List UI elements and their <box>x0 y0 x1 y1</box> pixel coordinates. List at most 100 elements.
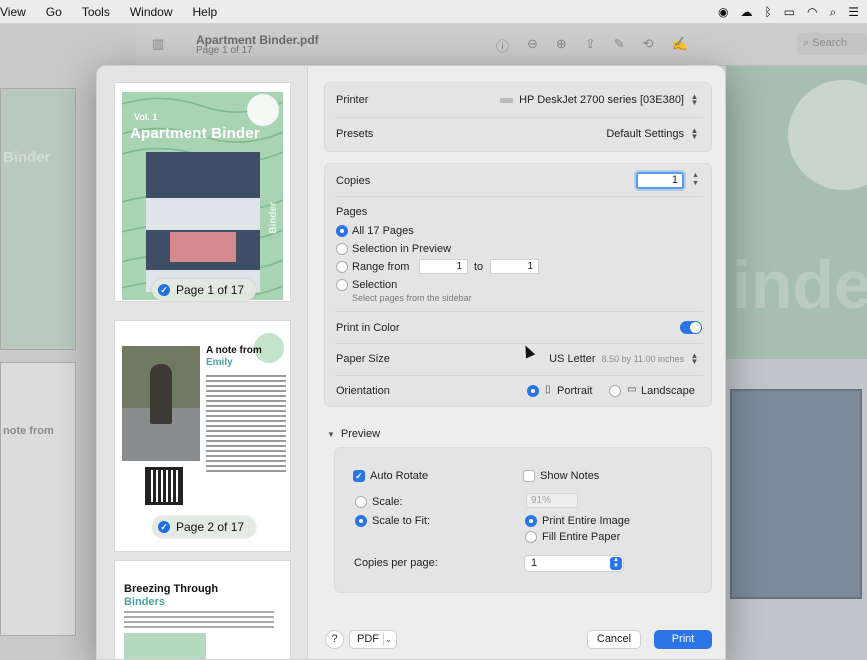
cover-volume: Vol. 1 <box>134 112 158 122</box>
toolbar-icons: ⓘ ⊖ ⊕ ⇪ ✎ ⟲ ✍ <box>496 36 688 55</box>
menu-tools[interactable]: Tools <box>72 5 120 19</box>
scale-to-fit-radio[interactable] <box>355 515 367 527</box>
dialog-footer: ? PDF ⌄ Cancel Print <box>309 623 725 659</box>
zoom-out-icon[interactable]: ⊖ <box>527 36 538 55</box>
divider <box>335 117 703 118</box>
zoom-in-icon[interactable]: ⊕ <box>556 36 567 55</box>
copies-per-page-popup[interactable]: 1 ▲ ▼ <box>524 555 624 572</box>
document-page-view: inde <box>726 66 867 386</box>
search-field[interactable]: ⌕ Search <box>797 33 867 55</box>
show-notes-label: Show Notes <box>540 470 600 482</box>
auto-rotate-checkbox[interactable]: ✓ <box>353 470 365 482</box>
preview-page-3[interactable]: Breezing Through Binders <box>114 560 291 659</box>
note-body-text <box>206 375 286 475</box>
page-3-subtitle: Binders <box>124 596 165 608</box>
search-icon[interactable]: ⌕ <box>830 5 837 20</box>
landscape-radio[interactable] <box>609 385 621 397</box>
preview-label: Preview <box>340 428 381 440</box>
menu-window[interactable]: Window <box>120 5 183 19</box>
sidebar-thumb-word: Binder <box>3 149 51 166</box>
sign-icon[interactable]: ✍ <box>672 36 688 55</box>
bluetooth-icon[interactable]: ᛒ <box>764 5 771 19</box>
presets-popup[interactable]: Default Settings ▲ ▼ <box>606 126 699 141</box>
portrait-label: Portrait <box>557 385 593 397</box>
portrait-icon: ▯ <box>545 384 551 395</box>
printer-value: HP DeskJet 2700 series [03E380] <box>519 94 684 106</box>
scale-label: Scale: <box>372 496 403 508</box>
scale-radio[interactable] <box>355 496 367 508</box>
cover-logo <box>247 94 279 126</box>
rotate-icon[interactable]: ⟲ <box>643 36 654 55</box>
pdf-menu-button[interactable]: PDF ⌄ <box>349 630 397 649</box>
print-in-color-label: Print in Color <box>336 322 400 334</box>
paper-size-popup[interactable]: US Letter 8.50 by 11.00 inches ▲ ▼ <box>549 352 699 366</box>
printer-popup[interactable]: HP DeskJet 2700 series [03E380] ▲ ▼ <box>500 93 699 107</box>
copies-per-page-label: Copies per page: <box>354 557 438 569</box>
creative-cloud-icon[interactable]: ☁ <box>740 5 752 19</box>
note-title: A note from <box>206 345 262 356</box>
divider <box>335 375 703 376</box>
toggle-knob <box>690 322 701 333</box>
range-to-field[interactable]: 1 <box>490 259 539 274</box>
scale-field[interactable]: 91% <box>526 493 578 508</box>
document-kitchen-image <box>726 359 867 660</box>
share-icon[interactable]: ⇪ <box>585 36 596 55</box>
scale-to-fit-label: Scale to Fit: <box>372 515 431 527</box>
record-icon[interactable]: ◉ <box>718 5 728 19</box>
help-button[interactable]: ? <box>325 630 344 649</box>
app-toolbar: ▥ Apartment Binder.pdf Page 1 of 17 ⓘ ⊖ … <box>136 24 867 66</box>
cancel-button[interactable]: Cancel <box>587 630 641 649</box>
control-center-icon[interactable]: ☰ <box>848 5 859 19</box>
print-entire-image-radio[interactable] <box>525 515 537 527</box>
menu-bar: View Go Tools Window Help ◉ ☁ ᛒ ▭ ◠ ⌕ ☰ <box>0 0 867 24</box>
paper-size-dims: 8.50 by 11.00 inches <box>601 354 684 364</box>
selection-in-preview-label: Selection in Preview <box>352 243 452 255</box>
print-in-color-toggle[interactable] <box>680 321 702 334</box>
author-photo <box>122 346 200 461</box>
kitchen-island <box>170 232 236 262</box>
sidebar-thumb-2[interactable]: note from <box>0 362 76 636</box>
fill-entire-paper-radio[interactable] <box>525 531 537 543</box>
portrait-radio[interactable] <box>527 385 539 397</box>
sidebar-thumb-note: note from <box>3 425 54 437</box>
preview-options-group: ✓ Auto Rotate Show Notes Scale: 91% Scal… <box>334 447 712 593</box>
markup-icon[interactable]: ✎ <box>614 36 625 55</box>
updown-icon: ▲ ▼ <box>690 126 699 141</box>
page-2-badge-label: Page 2 of 17 <box>176 520 245 534</box>
pages-label: Pages <box>336 206 368 218</box>
menu-help[interactable]: Help <box>183 5 228 19</box>
copies-field[interactable]: 1 <box>636 172 684 189</box>
show-notes-checkbox[interactable] <box>523 470 535 482</box>
page-3-title: Breezing Through <box>124 583 219 595</box>
battery-icon[interactable]: ▭ <box>784 5 795 19</box>
preview-page-1[interactable]: Vol. 1 Apartment Binder Binder ✓ Page 1 … <box>114 82 291 302</box>
sidebar-thumb-1[interactable]: Binder <box>0 88 76 350</box>
info-icon[interactable]: ⓘ <box>496 36 509 55</box>
menu-view[interactable]: View <box>0 5 36 19</box>
print-entire-image-label: Print Entire Image <box>542 515 631 527</box>
printer-label: Printer <box>336 94 369 106</box>
paper-size-label: Paper Size <box>336 353 390 365</box>
page-3-body-text <box>124 611 274 631</box>
presets-value: Default Settings <box>606 128 684 140</box>
selection-radio[interactable] <box>336 279 348 291</box>
copies-per-page-value: 1 <box>531 557 538 569</box>
wifi-icon[interactable]: ◠ <box>807 5 817 19</box>
copies-stepper[interactable]: ▲ ▼ <box>690 172 701 189</box>
note-name: Emily <box>206 357 233 368</box>
cover-kitchen-photo <box>146 152 260 292</box>
fill-entire-paper-label: Fill Entire Paper <box>542 531 621 543</box>
sidebar-toggle-icon[interactable]: ▥ <box>152 36 164 52</box>
selection-in-preview-radio[interactable] <box>336 243 348 255</box>
divider <box>335 343 703 344</box>
print-button[interactable]: Print <box>654 630 712 649</box>
menu-go[interactable]: Go <box>36 5 72 19</box>
upper-cabinets <box>146 152 260 198</box>
range-radio[interactable] <box>336 261 348 273</box>
chevron-down-icon: ⌄ <box>385 635 392 644</box>
preview-page-2[interactable]: A note from Emily ✓ Page 2 of 17 <box>114 320 291 552</box>
pages-all-radio[interactable] <box>336 225 348 237</box>
range-from-field[interactable]: 1 <box>419 259 468 274</box>
preview-disclosure[interactable]: ▼ Preview <box>327 428 380 440</box>
auto-rotate-label: Auto Rotate <box>370 470 429 482</box>
